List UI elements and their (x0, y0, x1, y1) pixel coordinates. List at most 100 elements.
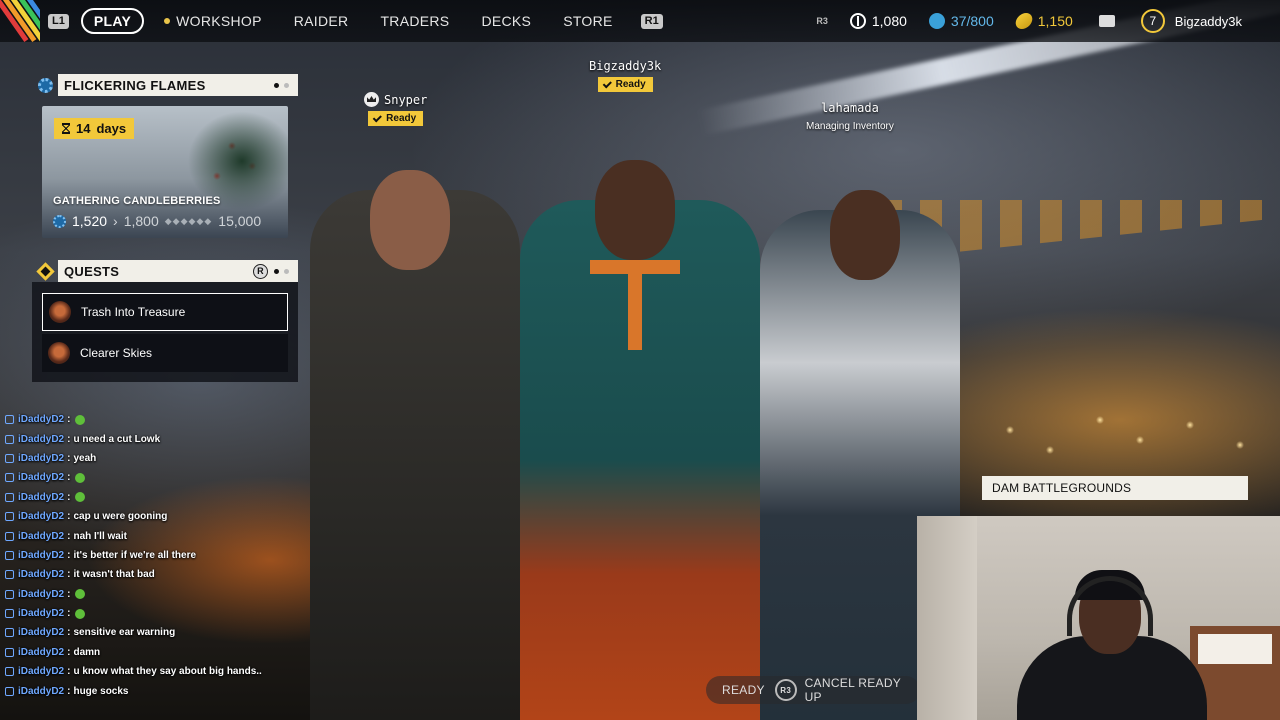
chat-badge-icon (5, 492, 14, 502)
player-username[interactable]: Bigzaddy3k (1175, 14, 1242, 29)
nav-store[interactable]: STORE (563, 13, 612, 29)
nav-play[interactable]: PLAY (80, 8, 145, 34)
chat-message: iDaddyD2: it wasn't that bad (0, 565, 320, 584)
chat-message: iDaddyD2: damn (0, 643, 320, 662)
emote-icon (75, 492, 86, 503)
chat-username: iDaddyD2 (18, 472, 65, 484)
chat-username: iDaddyD2 (18, 433, 65, 445)
chat-username: iDaddyD2 (18, 414, 65, 426)
nav-raider[interactable]: RAIDER (294, 13, 349, 29)
hourglass-icon (62, 123, 70, 134)
event-card[interactable]: 14 days GATHERING CANDLEBERRIES 1,520 › 1… (42, 106, 288, 238)
chat-username: iDaddyD2 (18, 608, 65, 620)
ready-badge: Ready (597, 77, 653, 92)
chat-separator: : (67, 646, 71, 658)
gear-icon (37, 77, 53, 93)
streamer-webcam (917, 516, 1280, 720)
event-pager[interactable] (274, 82, 289, 88)
quest-giver-icon (48, 342, 70, 364)
event-panel-header[interactable]: FLICKERING FLAMES (32, 74, 298, 96)
party-leader-crown-icon (364, 92, 379, 107)
nav-traders[interactable]: TRADERS (380, 13, 449, 29)
progress-pips: ◆◆◆◆◆◆ (164, 215, 213, 226)
character-bigzaddy3k (520, 160, 760, 720)
chat-message: iDaddyD2: nah I'll wait (0, 526, 320, 545)
check-icon (602, 79, 612, 89)
chat-separator: : (67, 472, 71, 484)
chat-badge-icon (5, 647, 14, 657)
chat-username: iDaddyD2 (18, 627, 65, 639)
ready-prompt[interactable]: READY R3 CANCEL READY UP (706, 676, 920, 704)
chat-text: it wasn't that bad (73, 569, 155, 581)
chat-message: iDaddyD2: sensitive ear warning (0, 623, 320, 642)
chat-badge-icon (5, 415, 14, 425)
quest-item-clearer-skies[interactable]: Clearer Skies (42, 334, 288, 372)
emote-icon (75, 589, 86, 600)
r3-button-icon: R3 (774, 679, 797, 701)
character-snyper (310, 170, 520, 720)
quests-title: QUESTS (64, 263, 120, 279)
chat-message: iDaddyD2: cap u were gooning (0, 507, 320, 526)
chat-separator: : (67, 569, 71, 581)
quests-pager[interactable] (274, 268, 289, 274)
gear-icon (53, 214, 66, 228)
check-icon (372, 113, 383, 123)
quests-panel-header[interactable]: QUESTS R (32, 260, 298, 282)
chat-separator: : (67, 491, 71, 503)
chat-username: iDaddyD2 (18, 530, 65, 542)
ready-badge: Ready (368, 111, 424, 126)
chat-badge-icon (5, 589, 14, 599)
quest-item-trash-into-treasure[interactable]: Trash Into Treasure (42, 293, 288, 331)
coin-icon (849, 13, 866, 29)
chat-message: iDaddyD2: huge socks (0, 681, 320, 700)
r-button-icon: R (253, 263, 268, 279)
r1-button-hint: R1 (640, 13, 663, 29)
chat-separator: : (67, 530, 71, 542)
r3-hint: R3 (816, 16, 828, 26)
quest-diamond-icon (35, 261, 55, 281)
event-name: GATHERING CANDLEBERRIES (53, 195, 221, 207)
chat-username: iDaddyD2 (18, 588, 65, 600)
chat-separator: : (67, 685, 71, 697)
cancel-ready-up-button[interactable]: CANCEL READY UP (805, 676, 920, 704)
gold-bars-icon (1013, 13, 1034, 29)
chat-separator: : (67, 511, 71, 523)
nav-workshop[interactable]: WORKSHOP (164, 13, 262, 29)
chat-badge-icon (5, 550, 14, 560)
player-status-text: Managing Inventory (806, 121, 894, 132)
chat-username: iDaddyD2 (18, 685, 65, 697)
chat-badge-icon (5, 570, 14, 580)
emote-icon (75, 472, 86, 483)
player-tag-snyper: Snyper Ready (364, 92, 427, 126)
chat-username: iDaddyD2 (18, 549, 65, 561)
chat-badge-icon (5, 628, 14, 638)
chat-username: iDaddyD2 (18, 452, 65, 464)
chevron-right-icon: › (113, 213, 118, 229)
currency-coins: 1,080 (849, 13, 907, 29)
chat-badge-icon (5, 667, 14, 677)
chat-separator: : (67, 588, 71, 600)
chat-text: sensitive ear warning (73, 627, 176, 639)
chat-message: iDaddyD2: (0, 604, 320, 623)
chat-message: iDaddyD2: (0, 585, 320, 604)
nav-decks[interactable]: DECKS (481, 13, 531, 29)
chat-message: iDaddyD2: u need a cut Lowk (0, 429, 320, 448)
player-level-badge[interactable]: 7 (1140, 9, 1165, 33)
chat-badge-icon (5, 686, 14, 696)
currency-gold: 1,150 (1013, 13, 1073, 29)
top-nav-bar: L1 PLAY WORKSHOP RAIDER TRADERS DECKS ST… (0, 0, 1280, 42)
chat-text: damn (73, 646, 101, 658)
chat-text: it's better if we're all there (73, 549, 197, 561)
chat-username: iDaddyD2 (18, 569, 65, 581)
chat-message: iDaddyD2: (0, 488, 320, 507)
notification-dot-icon (164, 18, 171, 24)
chat-username: iDaddyD2 (18, 491, 65, 503)
emote-icon (75, 414, 86, 425)
chat-message: iDaddyD2: (0, 410, 320, 429)
chat-username: iDaddyD2 (18, 666, 65, 678)
map-name-label: DAM BATTLEGROUNDS (982, 476, 1248, 500)
event-title: FLICKERING FLAMES (64, 77, 206, 93)
mail-icon[interactable] (1098, 15, 1115, 27)
player-tag-lahamada: lahamada Managing Inventory (806, 101, 894, 132)
chat-username: iDaddyD2 (18, 511, 65, 523)
